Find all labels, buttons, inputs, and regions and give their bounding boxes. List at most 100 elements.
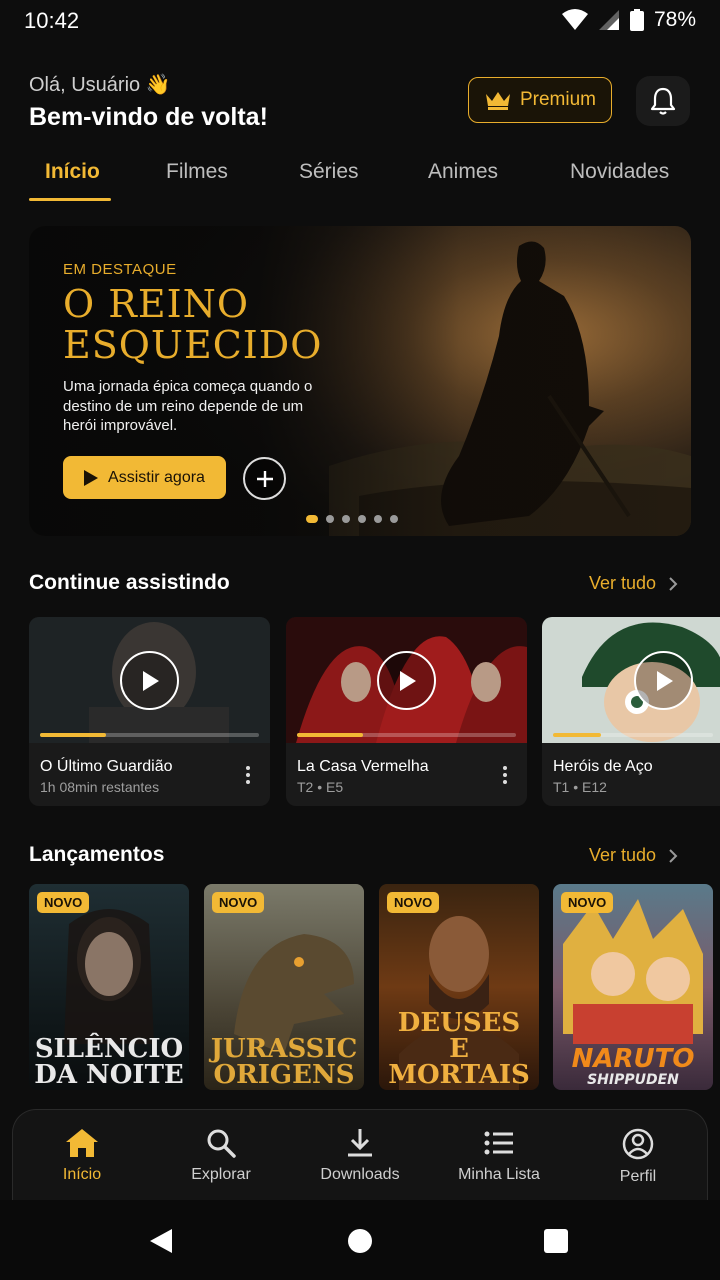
system-navigation-bar [0,1200,720,1280]
hero-eyebrow: EM DESTAQUE [63,261,177,278]
home-circle-icon[interactable] [347,1228,373,1254]
new-badge: NOVO [37,892,90,913]
play-icon [399,670,416,691]
watch-now-label: Assistir agora [108,468,205,486]
tab-animes[interactable]: Animes [428,160,498,184]
carousel-dot[interactable] [326,515,334,523]
poster-title: JURASSIC ORIGENS [204,1036,364,1090]
signal-icon [598,10,619,30]
hero-title: O REINO ESQUECIDO [63,284,363,366]
premium-button[interactable]: Premium [468,77,612,123]
play-button[interactable] [120,651,179,710]
tab-inicio[interactable]: Início [45,160,100,184]
poster-title: NARUTO SHIPPUDEN [553,1046,713,1090]
continue-card[interactable]: O Último Guardião 1h 08min restantes [29,617,270,806]
nav-explorar[interactable]: Explorar [161,1128,281,1184]
progress-fill [553,733,601,737]
nav-inicio[interactable]: Início [22,1128,142,1184]
progress-fill [40,733,106,737]
back-icon[interactable] [148,1227,174,1255]
card-subtitle: T2 • E5 [297,779,344,795]
status-icons: 78% [561,8,696,32]
crown-icon [485,92,510,110]
hero-title-line: ESQUECIDO [63,323,323,367]
clock: 10:42 [24,8,80,33]
hero-title-line: O REINO [63,282,249,326]
more-options-icon[interactable] [245,766,251,784]
launches-title: Lançamentos [29,843,165,866]
bottom-navigation: Início Explorar Downloads Minha Lista Pe… [12,1109,708,1209]
welcome-title: Bem-vindo de volta! [29,103,268,131]
continue-see-all[interactable]: Ver tudo [589,573,678,594]
status-bar: 10:42 78% [0,0,720,44]
profile-icon [622,1128,654,1160]
nav-label: Explorar [191,1166,251,1183]
search-icon [207,1129,236,1158]
new-badge: NOVO [561,892,614,913]
tab-novidades[interactable]: Novidades [570,160,669,184]
continue-card[interactable]: La Casa Vermelha T2 • E5 [286,617,527,806]
see-all-label: Ver tudo [589,573,657,593]
carousel-dot[interactable] [306,515,318,523]
continue-card[interactable]: Heróis de Aço T1 • E12 [542,617,720,806]
poster-card[interactable]: NOVO NARUTO SHIPPUDEN [553,884,713,1090]
tab-filmes[interactable]: Filmes [166,160,228,184]
progress-fill [297,733,363,737]
progress-bar [40,733,259,737]
watch-now-button[interactable]: Assistir agora [63,456,226,499]
nav-perfil[interactable]: Perfil [578,1128,698,1186]
launches-see-all[interactable]: Ver tudo [589,845,678,866]
nav-label: Início [62,1166,102,1183]
poster-title-line: DEUSES [397,1008,521,1038]
poster-card[interactable]: NOVO DEUSES E MORTAIS [379,884,539,1090]
poster-title-line: JURASSIC [210,1034,358,1064]
carousel-dot[interactable] [390,515,398,523]
notifications-button[interactable] [636,76,690,126]
add-to-list-button[interactable] [243,457,286,500]
nav-minha-lista[interactable]: Minha Lista [439,1128,559,1184]
poster-title-line: SILÊNCIO [34,1034,184,1064]
carousel-dot[interactable] [342,515,350,523]
play-icon [84,469,99,486]
home-icon [66,1129,98,1157]
nav-downloads[interactable]: Downloads [300,1128,420,1184]
card-subtitle: T1 • E12 [553,779,607,795]
chevron-right-icon [669,848,678,863]
carousel-dot[interactable] [358,515,366,523]
poster-card[interactable]: NOVO SILÊNCIO DA NOITE [29,884,189,1090]
carousel-dot[interactable] [374,515,382,523]
chevron-right-icon [669,576,678,591]
play-button[interactable] [377,651,436,710]
list-icon [484,1131,513,1155]
play-icon [656,670,673,691]
poster-title-line: SHIPPUDEN [587,1072,679,1088]
poster-title: SILÊNCIO DA NOITE [29,1036,189,1090]
poster-title: DEUSES E MORTAIS [379,1010,539,1090]
bell-icon [650,87,676,115]
nav-label: Downloads [320,1166,400,1183]
greeting: Olá, Usuário 👋 [29,74,171,96]
progress-bar [297,733,516,737]
poster-title-line: NARUTO [571,1044,695,1074]
carousel-indicators[interactable] [306,515,398,523]
active-tab-indicator [29,198,111,201]
recents-icon[interactable] [543,1228,569,1254]
new-badge: NOVO [212,892,265,913]
poster-card[interactable]: NOVO JURASSIC ORIGENS [204,884,364,1090]
continue-watching-title: Continue assistindo [29,571,230,594]
poster-title-line: E MORTAIS [388,1034,530,1090]
nav-label: Perfil [619,1168,657,1185]
card-title: La Casa Vermelha [297,758,429,775]
featured-banner[interactable]: EM DESTAQUE O REINO ESQUECIDO Uma jornad… [29,226,691,536]
poster-title-line: ORIGENS [213,1060,355,1090]
hero-description: Uma jornada épica começa quando o destin… [63,378,313,434]
card-subtitle: 1h 08min restantes [40,779,160,795]
new-badge: NOVO [387,892,440,913]
plus-icon [256,470,273,487]
play-button[interactable] [634,651,693,710]
battery-icon [629,9,644,31]
more-options-icon[interactable] [502,766,508,784]
tab-series[interactable]: Séries [299,160,359,184]
battery-level: 78% [653,8,696,31]
card-title: Heróis de Aço [553,758,653,775]
